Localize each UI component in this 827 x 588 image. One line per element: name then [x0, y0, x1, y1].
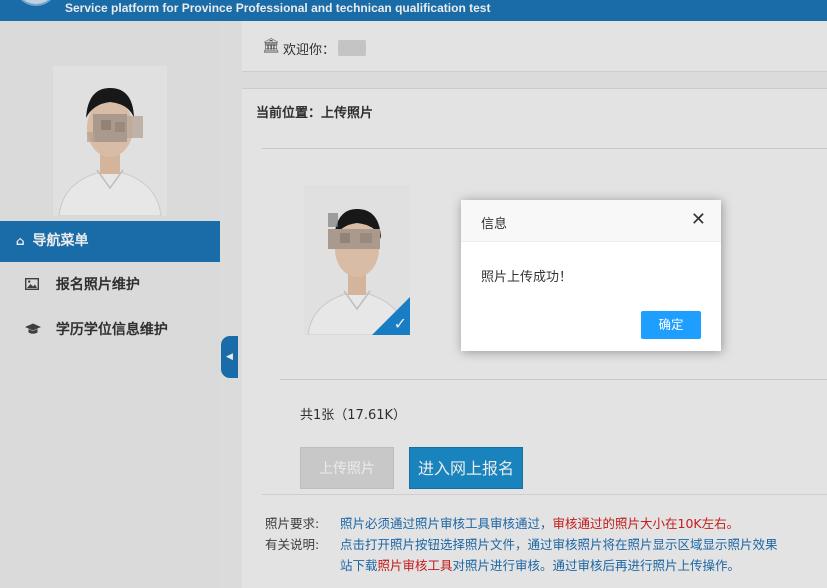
close-icon[interactable]: ✕ — [691, 210, 706, 230]
confirm-button[interactable]: 确定 — [641, 311, 701, 339]
dialog-header: 信息 ✕ — [461, 200, 721, 242]
dialog-message: 照片上传成功！ — [481, 270, 573, 285]
dialog-title: 信息 — [481, 217, 508, 232]
info-dialog: 信息 ✕ 照片上传成功！ 确定 — [461, 200, 721, 351]
